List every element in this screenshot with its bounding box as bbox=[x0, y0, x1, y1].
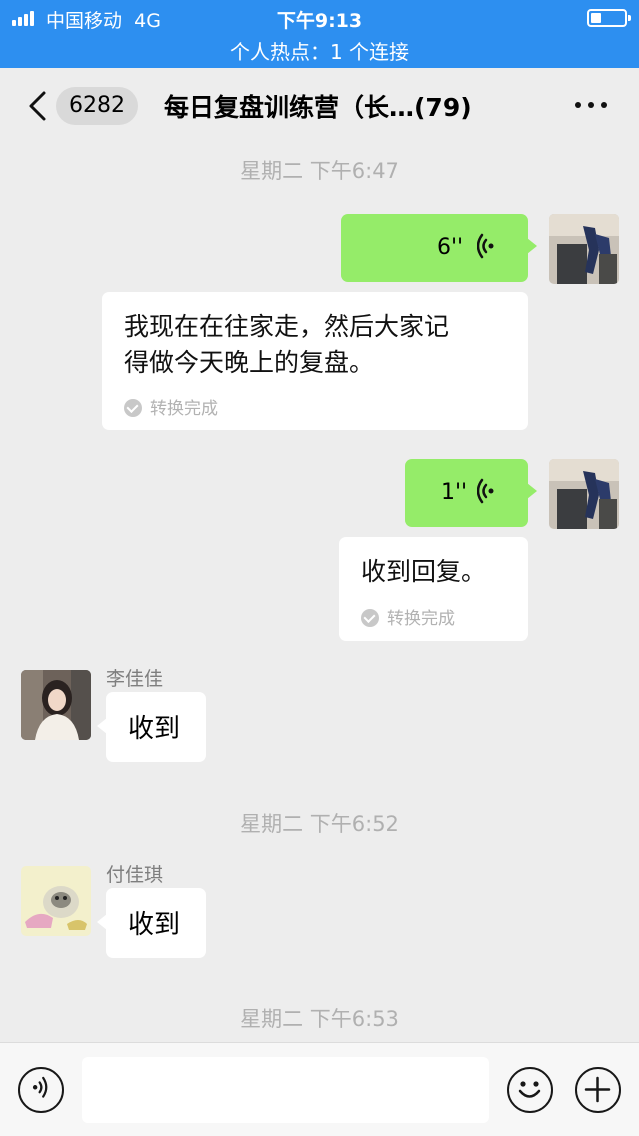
transcription-line: 收到回复。 bbox=[361, 557, 487, 586]
more-icon[interactable] bbox=[575, 102, 607, 110]
emoji-icon[interactable] bbox=[507, 1067, 553, 1113]
avatar-self[interactable] bbox=[549, 214, 619, 284]
avatar-sender[interactable] bbox=[21, 866, 91, 936]
chat-timestamp: 星期二 下午6:53 bbox=[240, 1007, 399, 1031]
transcription-bubble[interactable]: 我现在在往家走，然后大家记 得做今天晚上的复盘。 转换完成 bbox=[102, 292, 528, 430]
voice-wave-icon bbox=[477, 478, 494, 504]
hotspot-banner[interactable]: 个人热点：1 个连接 bbox=[0, 36, 639, 65]
sender-name: 李佳佳 bbox=[106, 668, 164, 690]
chat-title: 每日复盘训练营（长…(79) bbox=[164, 93, 472, 122]
input-bar bbox=[0, 1042, 639, 1136]
message-text: 收到 bbox=[128, 714, 181, 744]
transcription-line: 得做今天晚上的复盘。 bbox=[124, 348, 375, 377]
chat-timestamp: 星期二 下午6:47 bbox=[240, 159, 399, 183]
voice-input-icon[interactable] bbox=[18, 1067, 64, 1113]
voice-message-bubble[interactable]: 1'' bbox=[405, 459, 537, 527]
unread-count-badge[interactable]: 6282 bbox=[56, 87, 138, 125]
check-circle-icon bbox=[124, 399, 142, 417]
sender-name: 付佳琪 bbox=[106, 864, 164, 886]
status-bar: 中国移动 4G 下午9:13 个人热点：1 个连接 bbox=[0, 0, 639, 68]
status-time: 下午9:13 bbox=[276, 10, 363, 32]
plus-icon[interactable] bbox=[575, 1067, 621, 1113]
avatar-self[interactable] bbox=[549, 459, 619, 529]
transcription-line: 我现在在往家走，然后大家记 bbox=[124, 312, 450, 341]
voice-duration: 6'' bbox=[437, 235, 464, 260]
text-message-bubble[interactable]: 收到 bbox=[97, 888, 206, 958]
transcription-status: 转换完成 bbox=[361, 604, 455, 629]
battery-icon bbox=[587, 9, 631, 27]
check-circle-icon bbox=[361, 609, 379, 627]
message-text: 收到 bbox=[128, 910, 181, 940]
transcription-status: 转换完成 bbox=[124, 394, 218, 419]
message-input[interactable] bbox=[82, 1057, 489, 1123]
chat-timestamp: 星期二 下午6:52 bbox=[240, 812, 399, 836]
chevron-left-icon[interactable] bbox=[24, 90, 54, 122]
text-message-bubble[interactable]: 收到 bbox=[97, 692, 206, 762]
chat-header: 6282 每日复盘训练营（长…(79) bbox=[0, 68, 639, 144]
transcription-bubble[interactable]: 收到回复。 转换完成 bbox=[339, 537, 528, 641]
voice-duration: 1'' bbox=[441, 480, 468, 505]
avatar-sender[interactable] bbox=[21, 670, 91, 740]
voice-message-bubble[interactable]: 6'' bbox=[341, 214, 537, 282]
voice-wave-icon bbox=[477, 233, 494, 259]
